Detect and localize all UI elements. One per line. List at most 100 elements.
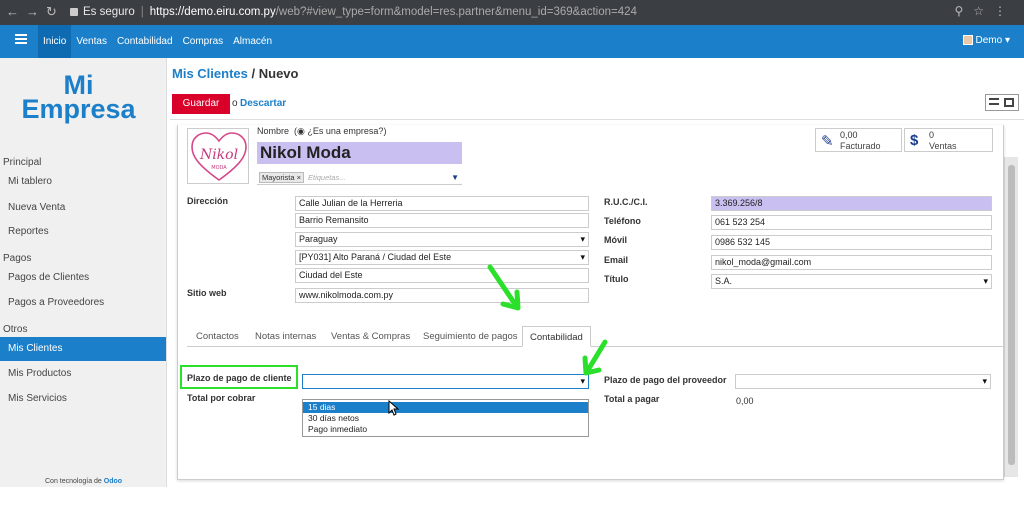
mobile-input[interactable]: 0986 532 145 bbox=[711, 235, 992, 250]
title-label: Título bbox=[604, 274, 629, 284]
company-radio-icon[interactable]: ◉ bbox=[297, 126, 305, 136]
nikol-moda-logo: Nikol MODA bbox=[191, 132, 247, 181]
sidebar-header-principal: Principal bbox=[3, 157, 42, 168]
reload-icon[interactable]: ↻ bbox=[46, 4, 57, 20]
website-label: Sitio web bbox=[187, 288, 227, 298]
tag-chip[interactable]: Mayorista × bbox=[259, 172, 304, 183]
name-field[interactable]: Nikol Moda bbox=[257, 142, 462, 164]
browser-actions[interactable]: ⚲☆⋮ bbox=[954, 4, 1016, 18]
sidebar-item-mi-tablero[interactable]: Mi tablero bbox=[0, 170, 166, 194]
star-icon[interactable]: ☆ bbox=[973, 4, 994, 18]
ruc-input[interactable]: 3.369.256/8 bbox=[711, 196, 992, 211]
dropdown-option-15-dias[interactable]: 15 dias bbox=[303, 402, 588, 413]
city-input[interactable]: Ciudad del Este bbox=[295, 268, 589, 283]
save-button[interactable]: Guardar bbox=[172, 94, 230, 114]
sidebar-item-pagos-clientes[interactable]: Pagos de Clientes bbox=[0, 266, 166, 290]
address-label: Dirección bbox=[187, 196, 229, 206]
annotation-arrow-icon bbox=[487, 264, 521, 311]
svg-text:Nikol: Nikol bbox=[199, 147, 238, 163]
breadcrumb-parent[interactable]: Mis Clientes bbox=[172, 66, 248, 81]
more-icon[interactable]: ⋮ bbox=[994, 4, 1016, 18]
sidebar-item-mis-clientes[interactable]: Mis Clientes bbox=[0, 337, 166, 361]
supplier-payment-term-select[interactable] bbox=[735, 374, 991, 389]
address-bar[interactable]: Es seguro | https://demo.eiru.com.py/web?#… bbox=[64, 3, 1004, 22]
menu-ventas[interactable]: Ventas bbox=[71, 25, 112, 58]
list-view-icon[interactable] bbox=[989, 98, 999, 105]
odoo-link[interactable]: Odoo bbox=[104, 478, 122, 485]
forward-icon[interactable]: → bbox=[26, 4, 39, 19]
menu-compras[interactable]: Compras bbox=[178, 25, 229, 58]
company-check-label: ¿Es una empresa? bbox=[307, 126, 384, 136]
menu-almacen[interactable]: Almacén bbox=[228, 25, 277, 58]
browser-toolbar: ← → ↻ Es seguro | https://demo.eiru.com.py… bbox=[0, 0, 1024, 25]
state-select[interactable]: [PY031] Alto Paraná / Ciudad del Este bbox=[295, 250, 589, 265]
sidebar-item-mis-productos[interactable]: Mis Productos bbox=[0, 362, 166, 386]
user-menu[interactable]: Demo ▾ bbox=[962, 35, 1010, 46]
receivable-label: Total por cobrar bbox=[187, 393, 256, 403]
sidebar-item-pagos-proveedores[interactable]: Pagos a Proveedores bbox=[0, 291, 166, 315]
phone-label: Teléfono bbox=[604, 216, 641, 226]
sidebar-item-reportes[interactable]: Reportes bbox=[0, 220, 166, 244]
header-divider bbox=[170, 119, 1024, 120]
avatar bbox=[962, 35, 973, 45]
phone-input[interactable]: 061 523 254 bbox=[711, 215, 992, 230]
remove-tag-icon[interactable]: × bbox=[297, 173, 301, 182]
stat-facturado-button[interactable]: ✎ 0,00 Facturado bbox=[815, 128, 902, 152]
email-label: Email bbox=[604, 255, 629, 265]
sidebar-header-pagos: Pagos bbox=[3, 253, 32, 264]
lock-icon bbox=[70, 8, 78, 16]
tab-notas-internas[interactable]: Notas internas bbox=[248, 326, 323, 347]
powered-by: Con tecnología de Odoo bbox=[45, 478, 123, 485]
url-host: https://demo.eiru.com.py bbox=[149, 6, 276, 18]
or-label: o bbox=[232, 98, 238, 109]
logo-line2: Empresa bbox=[21, 94, 136, 124]
back-icon[interactable]: ← bbox=[6, 4, 19, 19]
email-input[interactable]: nikol_moda@gmail.com bbox=[711, 255, 992, 270]
chevron-down-icon[interactable]: ▼ bbox=[451, 173, 459, 182]
top-menu: Inicio Ventas Contabilidad Compras Almac… bbox=[38, 25, 277, 58]
website-input[interactable]: www.nikolmoda.com.py bbox=[295, 288, 589, 303]
caret-down-icon: ▾ bbox=[1004, 35, 1010, 46]
name-label-row: Nombre (◉ ¿Es una empresa?) bbox=[257, 126, 387, 136]
tab-seguimiento-pagos[interactable]: Seguimiento de pagos bbox=[416, 326, 525, 347]
user-name: Demo bbox=[975, 35, 1003, 46]
payable-label: Total a pagar bbox=[604, 394, 660, 404]
discard-button[interactable]: Descartar bbox=[240, 98, 286, 109]
payable-value: 0,00 bbox=[736, 396, 754, 406]
menu-inicio[interactable]: Inicio bbox=[38, 25, 72, 58]
title-select[interactable]: S.A. bbox=[711, 274, 992, 289]
customer-payment-term-select[interactable] bbox=[302, 374, 589, 389]
pencil-square-icon: ✎ bbox=[821, 133, 834, 150]
view-switcher[interactable] bbox=[985, 94, 1019, 111]
url-path: /web?#view_type=form&model=res.partner&m… bbox=[275, 6, 637, 18]
payment-term-dropdown: 15 dias 30 días netos Pago inmediato bbox=[302, 399, 589, 437]
sidebar: Mi Empresa Principal Mi tablero Nueva Ve… bbox=[0, 58, 167, 487]
breadcrumb: Mis Clientes / Nuevo bbox=[172, 66, 299, 81]
annotation-arrow-icon bbox=[582, 339, 608, 376]
stat-ventas-button[interactable]: $ 0 Ventas bbox=[904, 128, 993, 152]
ruc-label: R.U.C./C.I. bbox=[604, 197, 648, 207]
dropdown-option-30-dias[interactable]: 30 días netos bbox=[303, 413, 588, 424]
dropdown-option-pago-inmediato[interactable]: Pago inmediato bbox=[303, 424, 588, 435]
svg-text:MODA: MODA bbox=[211, 165, 227, 171]
mouse-cursor-icon bbox=[388, 400, 400, 416]
country-select[interactable]: Paraguay bbox=[295, 232, 589, 247]
menu-contabilidad[interactable]: Contabilidad bbox=[112, 25, 178, 58]
tab-contactos[interactable]: Contactos bbox=[189, 326, 246, 347]
scrollbar[interactable] bbox=[1004, 157, 1018, 477]
supplier-payment-term-label: Plazo de pago del proveedor bbox=[604, 375, 727, 385]
street-input[interactable]: Calle Julian de la Herreria bbox=[295, 196, 589, 211]
sidebar-item-nueva-venta[interactable]: Nueva Venta bbox=[0, 196, 166, 220]
security-label: Es seguro bbox=[83, 6, 135, 18]
partner-image[interactable]: Nikol MODA bbox=[187, 128, 249, 184]
street2-input[interactable]: Barrio Remansito bbox=[295, 213, 589, 228]
sidebar-item-mis-servicios[interactable]: Mis Servicios bbox=[0, 387, 166, 411]
tags-placeholder: Etiquetas... bbox=[308, 173, 346, 182]
tags-field[interactable]: Mayorista × Etiquetas... ▼ bbox=[257, 171, 462, 185]
zoom-icon[interactable]: ⚲ bbox=[954, 4, 973, 18]
form-view-icon[interactable] bbox=[1004, 98, 1014, 107]
mobile-label: Móvil bbox=[604, 235, 628, 245]
customer-payment-term-label: Plazo de pago de cliente bbox=[187, 373, 292, 383]
menu-toggle-icon[interactable] bbox=[15, 34, 27, 36]
tab-ventas-compras[interactable]: Ventas & Compras bbox=[324, 326, 417, 347]
